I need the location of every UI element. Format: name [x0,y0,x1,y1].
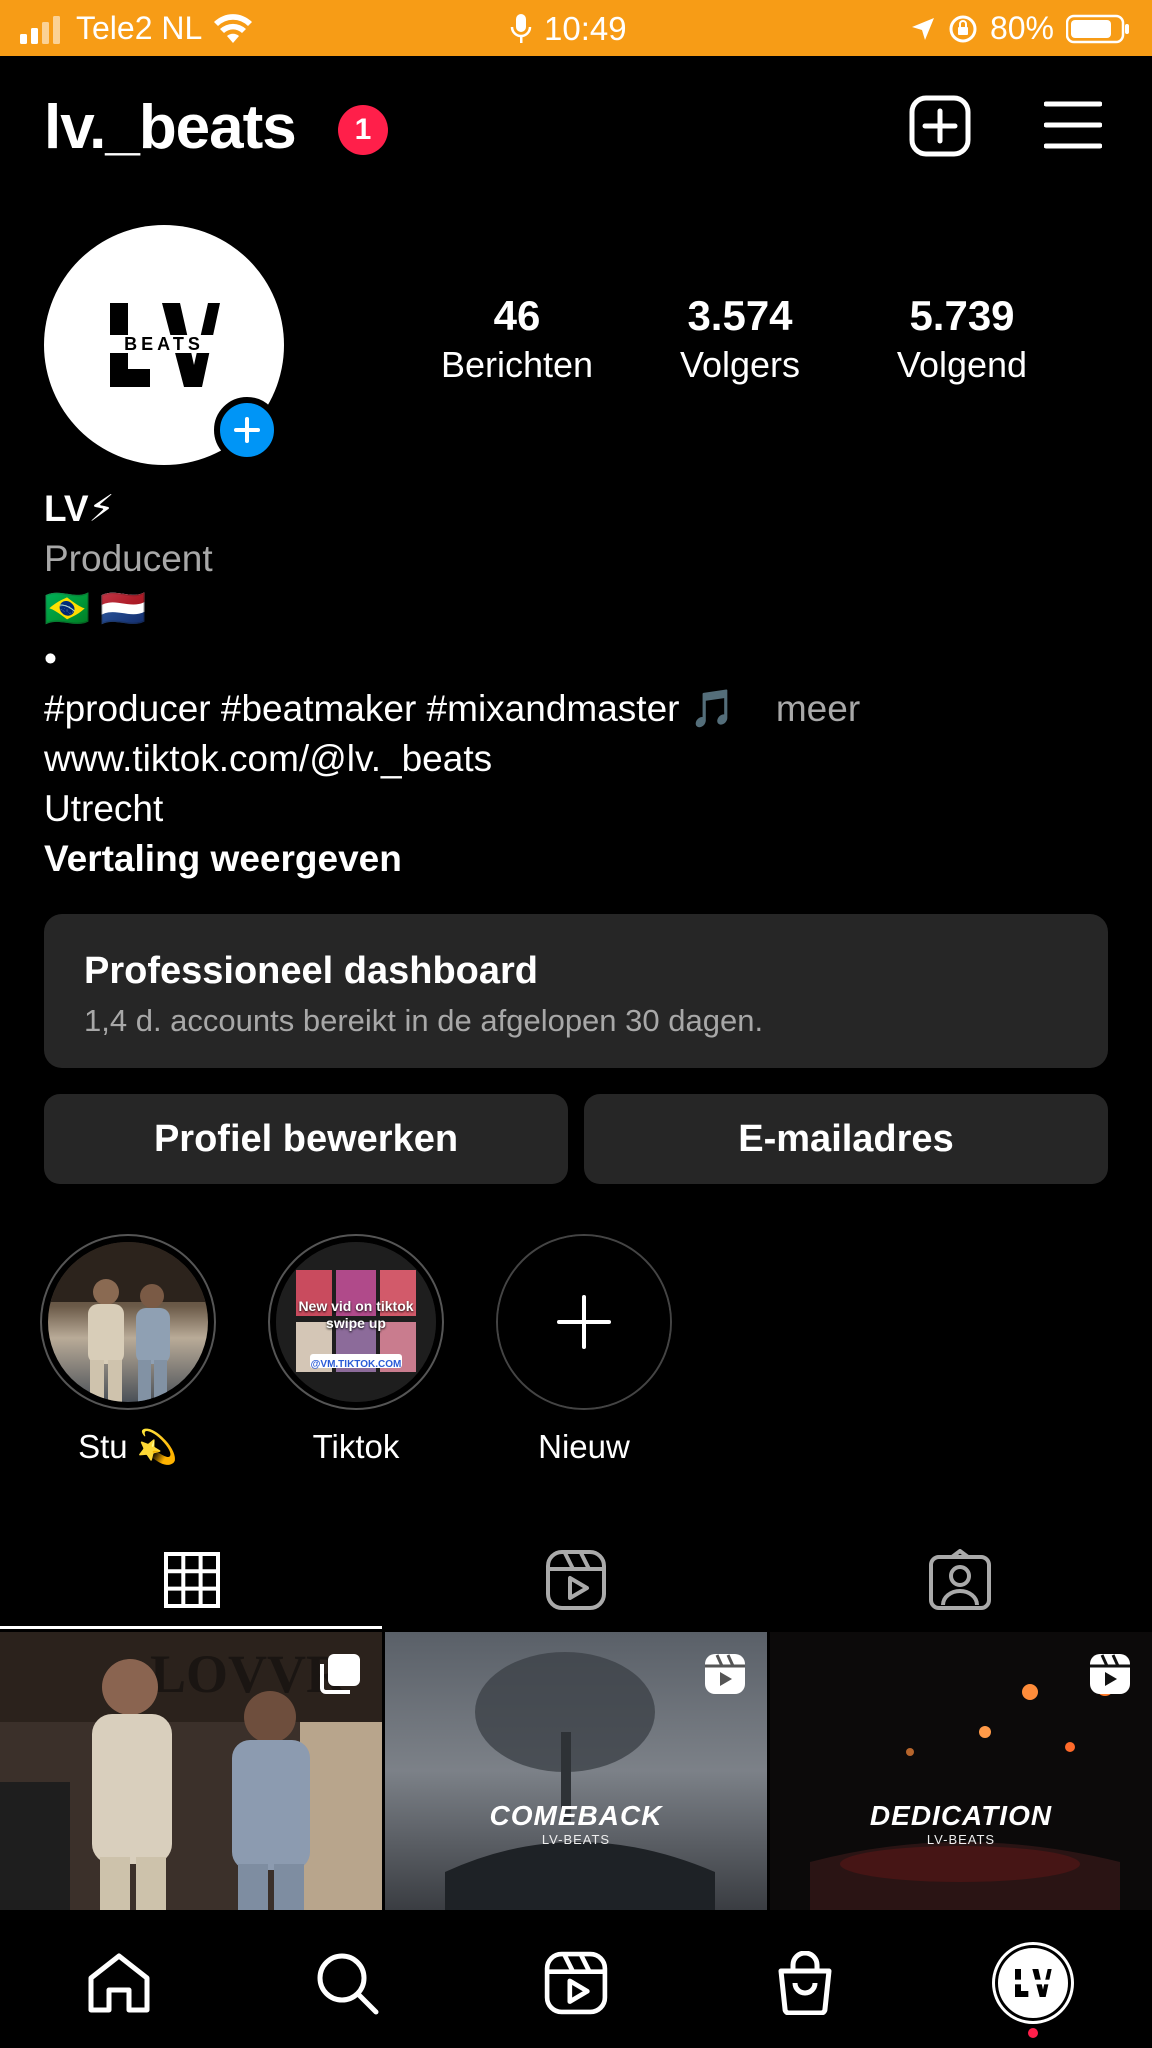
profile-header: lv._beats 1 [0,56,1152,196]
active-tab-indicator [0,1626,382,1629]
nav-reels[interactable] [541,1948,611,2018]
profile-bio: LV⚡ Producent 🇧🇷 🇳🇱 • #producer #beatmak… [44,484,1114,884]
carrier-label: Tele2 NL [76,10,203,46]
highlight-new-label: Nieuw [538,1428,630,1465]
highlight-new-ring [496,1234,672,1410]
highlight-stu-image [48,1242,208,1402]
stat-posts-value: 46 [493,292,541,339]
bio-more-link[interactable]: meer [776,688,860,729]
reels-icon [544,1951,608,2015]
post-3-title: DEDICATION [869,1800,1053,1831]
profile-name: LV⚡ [44,488,115,529]
add-post-icon[interactable] [908,94,972,158]
highlight-tiktok[interactable]: New vid on tiktok swipe up @VM.TIKTOK.CO… [266,1234,446,1466]
tab-reels[interactable] [384,1530,768,1630]
tab-grid[interactable] [0,1530,384,1630]
highlight-tiktok-overlay: New vid on tiktok swipe up [298,1298,414,1331]
highlight-tiktok-url: @VM.TIKTOK.COM [310,1359,402,1370]
highlight-stu[interactable]: Stu 💫 [38,1234,218,1467]
stat-followers-label: Volgers [679,344,801,385]
translate-link[interactable]: Vertaling weergeven [44,834,1114,884]
battery-percent: 80% [989,10,1054,46]
highlight-new-circle [498,1236,670,1408]
stat-following-label: Volgend [896,344,1028,385]
notification-badge[interactable]: 1 [338,105,388,155]
battery-icon [1066,14,1129,43]
grid-post-2[interactable]: COMEBACK LV-BEATS [385,1632,767,1910]
tagged-icon [929,1549,991,1610]
stat-posts-label: Berichten [440,344,594,385]
nav-profile[interactable] [998,1948,1068,2018]
grid-icon [164,1552,220,1608]
email-button[interactable]: E-mailadres [584,1094,1108,1184]
reel-badge-icon [1090,1654,1130,1694]
post-3-subtitle: LV-BEATS [926,1832,996,1847]
dashboard-title: Professioneel dashboard [84,950,539,992]
profile-avatar-wrap[interactable]: BEATS [44,225,284,465]
bio-hashtags[interactable]: #producer #beatmaker #mixandmaster 🎵 [44,688,736,729]
post-1-overlay: LOVVR [150,1644,346,1704]
stat-following[interactable]: 5.739 Volgend [852,292,1072,386]
add-story-button[interactable] [214,397,280,463]
stat-followers-value: 3.574 [687,292,793,339]
professional-dashboard-card[interactable]: Professioneel dashboard 1,4 d. accounts … [44,914,1108,1068]
bio-dot: • [44,638,57,679]
status-bar-center: 10:49 [510,10,627,48]
post-2-title: COMEBACK [489,1800,663,1831]
grid-post-3[interactable]: DEDICATION LV-BEATS [770,1632,1152,1910]
menu-icon[interactable] [1044,96,1102,154]
clock: 10:49 [544,10,627,47]
highlight-ring [40,1234,216,1410]
stat-followers[interactable]: 3.574 Volgers [630,292,850,386]
grid-post-1[interactable]: LOVVR [0,1632,382,1910]
highlight-stu-label: Stu 💫 [78,1428,178,1465]
reel-badge-icon [705,1654,745,1694]
dashboard-subtitle: 1,4 d. accounts bereikt in de afgelopen … [84,1003,764,1038]
lv-beats-logo: BEATS [108,303,220,387]
location-arrow-icon [911,17,934,40]
plus-icon [557,1295,611,1349]
bottom-navigation [0,1910,1152,2048]
shop-icon [778,1951,832,2015]
edit-profile-button[interactable]: Profiel bewerken [44,1094,568,1184]
profile-notification-dot [1028,2028,1038,2038]
multi-photo-icon [320,1654,360,1694]
signal-icon [20,15,60,44]
logo-sub-text: BEATS [124,334,204,354]
stat-posts[interactable]: 46 Berichten [407,292,627,386]
bio-link[interactable]: www.tiktok.com/@lv._beats [44,734,1114,784]
nav-shop[interactable] [770,1948,840,2018]
status-bar: Tele2 NL 10:49 80% [0,0,1152,56]
nav-search[interactable] [312,1948,382,2018]
status-bar-left: Tele2 NL [20,10,254,47]
home-icon [88,1953,150,2013]
highlight-tiktok-thumbnail: New vid on tiktok swipe up @VM.TIKTOK.CO… [276,1242,436,1402]
rotation-lock-icon [949,15,977,42]
wifi-icon [214,13,253,43]
plus-icon [234,417,260,443]
highlight-ring: New vid on tiktok swipe up @VM.TIKTOK.CO… [268,1234,444,1410]
microphone-icon [510,14,532,43]
profile-flags: 🇧🇷 🇳🇱 [44,588,147,629]
highlight-new[interactable]: Nieuw [494,1234,674,1466]
status-bar-right: 80% [910,10,1130,47]
lv-beats-logo-small [1014,1969,1052,1997]
reels-icon [546,1550,606,1610]
profile-avatar-small [998,1948,1068,2018]
username-switcher[interactable]: lv._beats [44,92,297,163]
profile-category: Producent [44,538,213,579]
highlight-tiktok-label: Tiktok [312,1428,400,1465]
tab-tagged[interactable] [768,1530,1152,1630]
stat-following-value: 5.739 [909,292,1015,339]
nav-home[interactable] [84,1948,154,2018]
bio-location[interactable]: Utrecht [44,784,1114,834]
bio-line: #producer #beatmaker #mixandmaster 🎵 meer [44,684,1114,734]
search-icon [317,1953,379,2015]
highlight-stu-thumbnail [48,1242,208,1402]
post-2-subtitle: LV-BEATS [541,1832,611,1847]
